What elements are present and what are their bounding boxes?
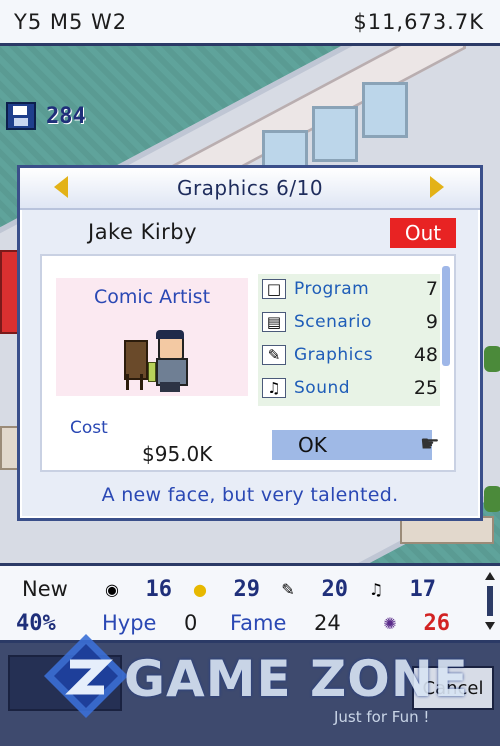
easel-leg [140,374,143,390]
keyboard-icon: ♫ [368,579,384,599]
out-badge[interactable]: Out [390,218,456,248]
plant [484,346,500,372]
dialog-header: Graphics 6/10 [20,168,480,210]
genre-label: New [22,577,68,601]
coin-count: 29 [233,576,261,602]
window [362,82,408,138]
stat-row-program: □ Program 7 [262,274,438,304]
dialog-title: Graphics 6/10 [176,176,324,200]
stat-value: 9 [425,311,438,333]
pointing-hand-icon: ☛ [420,432,440,457]
bottle-icon [148,362,156,382]
status-scrollbar[interactable] [485,572,495,636]
staff-detail-dialog: Graphics 6/10 Jake Kirby Out Comic Artis… [17,165,483,521]
job-card: Comic Artist [56,278,248,396]
fans-count: 16 [145,576,173,602]
hype-value: 0 [184,611,198,635]
game-status-panel: New ◉ 16 ● 29 ✎ 20 ♫ 17 40% Hype 0 Fame … [0,563,500,643]
scroll-up-icon[interactable] [485,572,495,580]
ok-button[interactable]: OK [272,430,432,460]
cost-label: Cost [70,418,108,438]
top-status-bar: Y5 M5 W2 $11,673.7K [0,0,500,46]
stat-row-scenario: ▤ Scenario 9 [262,307,438,337]
funds-display: $11,673.7K [353,9,484,34]
staff-caption: A new face, but very talented. [101,484,399,506]
comic-artist-sprite [118,330,190,392]
fame-value: 24 [314,611,341,635]
artist-legs [160,382,180,392]
stat-label: Scenario [294,312,372,332]
ok-label: OK [298,433,327,457]
status-row-top: New ◉ 16 ● 29 ✎ 20 ♫ 17 [0,572,482,606]
staff-info-panel: Comic Artist □ Program 7 ▤ Scenario 9 ✎ … [40,254,456,472]
window [312,106,358,162]
stat-label: Graphics [294,345,374,365]
scroll-down-icon[interactable] [485,622,495,630]
next-arrow-icon[interactable] [430,176,444,198]
progress-percent: 40% [16,610,56,636]
previous-arrow-icon[interactable] [54,176,68,198]
stat-label: Sound [294,378,351,398]
bug-count: 26 [423,610,451,636]
computer-icon: □ [262,279,286,299]
cost-value: $95.0K [142,442,213,466]
staff-name: Jake Kirby [88,220,198,244]
status-row-bottom: 40% Hype 0 Fame 24 ✺ 26 [0,606,482,640]
graphics-points: 20 [321,576,349,602]
bug-icon: ✺ [383,613,397,633]
cancel-button[interactable]: Cancel [412,666,494,710]
stat-row-graphics: ✎ Graphics 48 [262,340,438,370]
sound-points: 17 [409,576,437,602]
stat-label: Program [294,279,370,299]
save-count: 284 [46,103,86,129]
book-icon: ▤ [262,312,286,332]
gamepad-icon: ◉ [105,579,119,599]
stat-row-sound: ♫ Sound 25 [262,373,438,403]
save-indicator: 284 [6,102,86,130]
left-menu-button[interactable] [8,655,122,711]
stat-value: 7 [425,278,438,300]
job-title: Comic Artist [93,286,211,308]
plant [484,486,500,512]
artist-hat [156,330,184,339]
stat-value: 48 [413,344,438,366]
hype-label: Hype [102,611,157,635]
paint-hand-icon: ✎ [262,345,286,365]
skill-stats: □ Program 7 ▤ Scenario 9 ✎ Graphics 48 ♫… [258,274,440,406]
stat-value: 25 [413,377,438,399]
scroll-track[interactable] [487,586,493,616]
fame-label: Fame [230,611,287,635]
easel-leg [126,374,129,390]
keyboard-icon: ♫ [262,378,286,398]
coin-icon: ● [193,579,207,599]
game-date: Y5 M5 W2 [14,9,128,34]
paint-hand-icon: ✎ [281,579,295,599]
scrollbar[interactable] [442,266,450,366]
floppy-disk-icon[interactable] [6,102,36,130]
